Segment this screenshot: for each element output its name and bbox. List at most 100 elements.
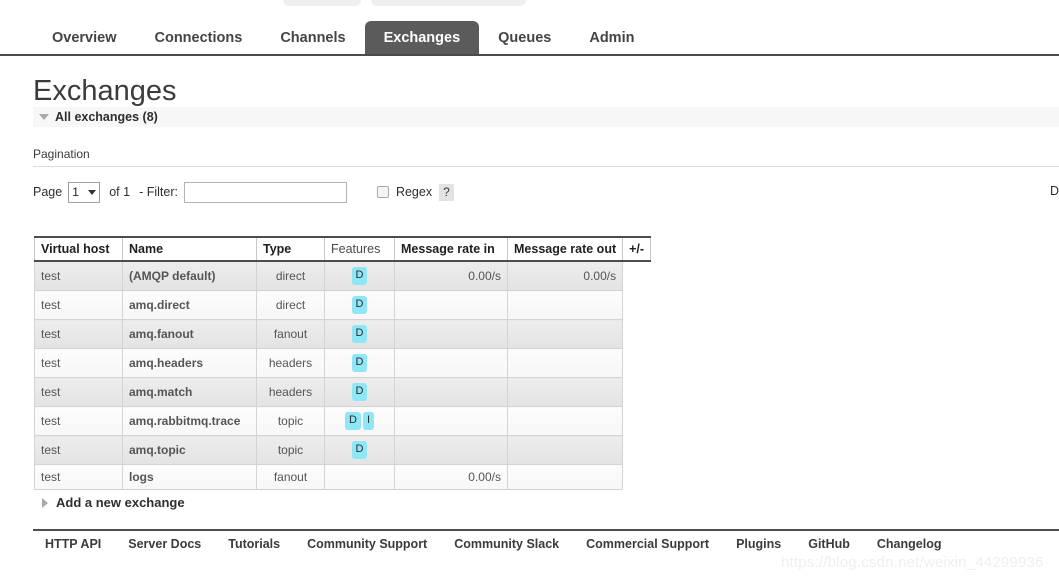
footer-link-community-support[interactable]: Community Support <box>307 537 427 551</box>
all-exchanges-section-header[interactable]: All exchanges (8) <box>33 107 1059 127</box>
feature-badge-d[interactable]: D <box>351 325 368 343</box>
regex-help-button[interactable]: ? <box>439 183 454 201</box>
page-title: Exchanges <box>33 75 177 107</box>
footer-link-tutorials[interactable]: Tutorials <box>228 537 280 551</box>
cell-virtual-host: test <box>34 260 123 291</box>
cell-message-rate-out <box>506 290 624 320</box>
feature-badge-d[interactable]: D <box>351 354 368 372</box>
cell-exchange-type: headers <box>256 348 325 378</box>
cell-message-rate-in <box>394 290 508 320</box>
cell-message-rate-out <box>506 319 624 349</box>
column-header-message-rate-out[interactable]: Message rate out <box>506 236 624 262</box>
column-toggle-button[interactable]: +/- <box>622 236 652 262</box>
table-row[interactable]: test (AMQP default) direct D 0.00/s 0.00/s <box>34 260 651 291</box>
footer-divider <box>33 529 1059 531</box>
footer-link-commercial-support[interactable]: Commercial Support <box>586 537 709 551</box>
column-header-message-rate-in[interactable]: Message rate in <box>394 236 508 262</box>
regex-checkbox[interactable] <box>376 186 389 198</box>
cell-exchange-name[interactable]: logs <box>122 464 257 490</box>
chevron-down-icon <box>39 114 49 120</box>
add-new-exchange-section[interactable]: Add a new exchange <box>42 495 185 510</box>
table-row[interactable]: test amq.direct direct D <box>34 290 651 320</box>
tab-admin[interactable]: Admin <box>570 21 653 54</box>
cell-exchange-type: topic <box>256 406 325 436</box>
feature-badge-d[interactable]: D <box>351 383 368 401</box>
table-row[interactable]: test logs fanout 0.00/s <box>34 464 651 490</box>
all-exchanges-label: All exchanges (8) <box>55 110 158 124</box>
cell-message-rate-out <box>506 406 624 436</box>
cell-features: D <box>324 348 395 378</box>
cell-message-rate-out: 0.00/s <box>506 260 624 291</box>
cell-features: D <box>324 377 395 407</box>
chevron-right-icon <box>42 497 48 508</box>
column-header-type[interactable]: Type <box>256 236 325 262</box>
tab-connections[interactable]: Connections <box>136 21 262 54</box>
cell-features: D <box>324 435 395 465</box>
cell-features: D <box>324 319 395 349</box>
table-row[interactable]: test amq.fanout fanout D <box>34 319 651 349</box>
cell-message-rate-in <box>394 377 508 407</box>
cell-message-rate-in <box>394 319 508 349</box>
cell-exchange-name[interactable]: amq.headers <box>122 348 257 378</box>
table-row[interactable]: test amq.rabbitmq.trace topic D I <box>34 406 651 436</box>
tab-exchanges[interactable]: Exchanges <box>364 21 480 54</box>
footer-link-http-api[interactable]: HTTP API <box>45 537 101 551</box>
footer-links: HTTP API Server Docs Tutorials Community… <box>45 537 941 551</box>
exchanges-page: Overview Connections Channels Exchanges … <box>0 0 1059 579</box>
footer-link-github[interactable]: GitHub <box>808 537 850 551</box>
nav-tab-list: Overview Connections Channels Exchanges … <box>33 21 653 54</box>
filter-input[interactable] <box>183 181 347 203</box>
cell-virtual-host: test <box>34 348 123 378</box>
page-total-label: of 1 <box>109 185 131 199</box>
watermark: https://blog.csdn.net/weixin_44299936 <box>781 554 1044 571</box>
cell-exchange-type: headers <box>256 377 325 407</box>
tab-queues[interactable]: Queues <box>479 21 570 54</box>
table-row[interactable]: test amq.match headers D <box>34 377 651 407</box>
filter-label: - Filter: <box>139 185 178 199</box>
cell-exchange-name[interactable]: amq.rabbitmq.trace <box>122 406 257 436</box>
cell-exchange-type: direct <box>256 260 325 291</box>
column-header-virtual-host[interactable]: Virtual host <box>34 236 123 262</box>
cell-features: D <box>324 290 395 320</box>
pagination-divider <box>33 166 1059 167</box>
cell-exchange-type: topic <box>256 435 325 465</box>
cell-message-rate-in <box>394 406 508 436</box>
cell-exchange-name[interactable]: amq.topic <box>122 435 257 465</box>
footer-link-server-docs[interactable]: Server Docs <box>128 537 201 551</box>
tab-overview[interactable]: Overview <box>33 21 136 54</box>
table-row[interactable]: test amq.headers headers D <box>34 348 651 378</box>
feature-badge-d[interactable]: D <box>351 296 368 314</box>
feature-badge-d[interactable]: D <box>351 267 368 285</box>
column-header-name[interactable]: Name <box>122 236 257 262</box>
cell-virtual-host: test <box>34 290 123 320</box>
cell-message-rate-out <box>506 377 624 407</box>
table-row[interactable]: test amq.topic topic D <box>34 435 651 465</box>
feature-badge-i[interactable]: I <box>362 412 374 430</box>
page-number-select[interactable]: 1 <box>68 181 101 203</box>
page-number-value: 1 <box>72 185 79 199</box>
cell-virtual-host: test <box>34 377 123 407</box>
cell-exchange-name[interactable]: amq.direct <box>122 290 257 320</box>
cell-message-rate-in <box>394 348 508 378</box>
cell-virtual-host: test <box>34 406 123 436</box>
feature-badge-d[interactable]: D <box>351 441 368 459</box>
cell-exchange-type: fanout <box>256 319 325 349</box>
cell-message-rate-in <box>394 435 508 465</box>
footer-link-changelog[interactable]: Changelog <box>877 537 942 551</box>
cell-exchange-name[interactable]: amq.fanout <box>122 319 257 349</box>
cell-exchange-type: direct <box>256 290 325 320</box>
feature-badge-d[interactable]: D <box>344 412 361 430</box>
add-new-exchange-label: Add a new exchange <box>56 495 185 510</box>
cell-exchange-name[interactable]: (AMQP default) <box>122 260 257 291</box>
tab-channels[interactable]: Channels <box>261 21 364 54</box>
page-label: Page <box>33 185 63 199</box>
exchanges-table-body: test (AMQP default) direct D 0.00/s 0.00/s tes… <box>34 260 651 490</box>
cell-exchange-name[interactable]: amq.match <box>122 377 257 407</box>
pagination-controls: Page 1 of 1 - Filter: Regex ? <box>33 181 454 203</box>
exchanges-table: Virtual host Name Type Features Message … <box>34 236 652 490</box>
cell-virtual-host: test <box>34 464 123 490</box>
footer-link-plugins[interactable]: Plugins <box>736 537 781 551</box>
cell-message-rate-in: 0.00/s <box>394 260 508 291</box>
footer-link-community-slack[interactable]: Community Slack <box>454 537 559 551</box>
top-cutoff-pill-left <box>283 0 361 6</box>
